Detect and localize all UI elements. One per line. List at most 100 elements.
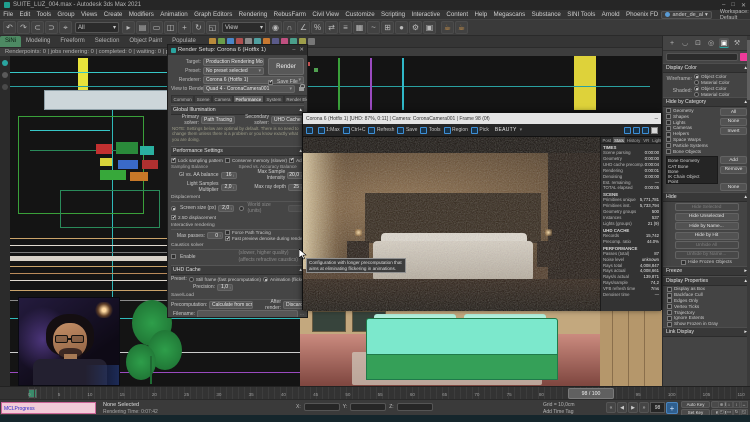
wireframe-object-color-radio[interactable]	[694, 74, 699, 79]
utilities-panel-icon[interactable]: ⚒	[732, 38, 742, 48]
hide-by-hit-button[interactable]: Hide by Hit	[675, 232, 739, 240]
menu-item[interactable]: Phoenix FD	[623, 10, 662, 19]
force-path-tracing-checkbox[interactable]	[225, 230, 230, 235]
menu-item[interactable]: File	[0, 10, 16, 19]
render-button[interactable]: Render	[268, 58, 304, 75]
precomputation-dropdown[interactable]: Calculate from scratch▾	[209, 301, 253, 309]
fast-denoise-checkbox[interactable]	[225, 236, 230, 241]
layer-manager-icon[interactable]: ▦	[353, 21, 366, 34]
reference-coordinate-dropdown[interactable]: View▾	[222, 22, 266, 33]
disp-25d-checkbox[interactable]	[171, 215, 176, 220]
go-to-end-button[interactable]: »	[639, 402, 649, 413]
angle-snap-icon[interactable]: ∠	[297, 21, 310, 34]
listbox-item[interactable]: Point	[668, 179, 716, 184]
y-coordinate-field[interactable]	[350, 403, 386, 411]
timeline-trackbar[interactable]: 0510152025303540455055606570758085909510…	[0, 386, 750, 399]
tab-render-elements[interactable]: Render Elements	[284, 95, 308, 102]
ribbon-tab-modeling[interactable]: Modeling	[21, 36, 55, 47]
after-render-dropdown[interactable]: Discard▾	[283, 301, 304, 309]
redo-icon[interactable]: ↷	[17, 21, 30, 34]
gi-aa-spinner[interactable]: 16↕	[221, 172, 237, 179]
tab-system[interactable]: System	[264, 95, 284, 102]
rotate-icon[interactable]: ↻	[192, 21, 205, 34]
display-color-rollout[interactable]: Display Color▴	[663, 63, 750, 73]
menu-item[interactable]: Create	[101, 10, 126, 19]
material-editor-icon[interactable]: ●	[395, 21, 408, 34]
stop-render-icon[interactable]	[651, 127, 658, 134]
hide-selected-button[interactable]: Hide Selected	[675, 203, 739, 211]
move-icon[interactable]: +	[178, 21, 191, 34]
caustics-enable-checkbox[interactable]	[171, 254, 176, 259]
max-passes-spinner[interactable]: 0↕	[207, 232, 223, 239]
undo-icon[interactable]: ↶	[3, 21, 16, 34]
menu-item[interactable]: Help	[471, 10, 490, 19]
close-button[interactable]: ✕	[741, 2, 746, 9]
render-production-icon[interactable]: ☕	[441, 21, 454, 34]
screen-size-radio[interactable]	[171, 206, 176, 211]
hide-frozen-checkbox[interactable]	[681, 260, 686, 265]
menu-item[interactable]: Graph Editors	[191, 10, 236, 19]
preset-dropdown[interactable]: No preset selected▾	[203, 67, 264, 75]
zoom-icon[interactable]: ⊕	[718, 401, 725, 408]
vfb-tab-post[interactable]: Post	[601, 137, 613, 143]
motion-panel-icon[interactable]: ◎	[706, 38, 716, 48]
layout-icon[interactable]	[2, 84, 8, 90]
freeze-rollout[interactable]: Freeze▸	[663, 266, 750, 276]
invert-button[interactable]: Invert	[720, 127, 747, 135]
ab-compare-icon[interactable]	[624, 127, 631, 134]
histogram-icon[interactable]	[642, 127, 649, 134]
world-size-radio[interactable]	[239, 206, 244, 211]
auto-key-button[interactable]: Auto Key	[681, 401, 710, 408]
lock-view-icon[interactable]	[299, 87, 304, 91]
still-frame-radio[interactable]	[189, 277, 194, 282]
time-slider-handle[interactable]: 98 / 100	[568, 388, 614, 399]
all-button[interactable]: All	[720, 108, 747, 116]
menu-item[interactable]: RebusFarm	[270, 10, 309, 19]
display-panel-icon[interactable]: ▣	[719, 38, 729, 48]
view-to-render-dropdown[interactable]: Quad 4 - CoronaCamera001▾	[203, 85, 295, 93]
menu-item[interactable]: Tools	[33, 10, 54, 19]
render-setup-titlebar[interactable]: Render Setup: Corona 6 (Hotfix 1) – ✕	[168, 45, 307, 55]
curve-editor-icon[interactable]: ~	[367, 21, 380, 34]
search-input[interactable]	[666, 53, 738, 61]
secondary-solver-dropdown[interactable]: UHD Cache▾	[271, 116, 304, 124]
add-button[interactable]: Add	[720, 156, 747, 164]
menu-item[interactable]: Content	[443, 10, 471, 19]
play-button[interactable]: ▶	[628, 402, 638, 413]
menu-item[interactable]: Substance	[528, 10, 564, 19]
z-coordinate-field[interactable]	[397, 403, 433, 411]
vfb-toolbar-button[interactable]	[306, 127, 315, 134]
ribbon-tab-freeform[interactable]: Freeform	[55, 36, 89, 47]
render-element-dropdown[interactable]: BEAUTY	[495, 127, 517, 133]
current-frame-field[interactable]: 98	[650, 402, 665, 413]
conserve-memory-checkbox[interactable]	[225, 158, 230, 163]
mirror-icon[interactable]: ⇄	[325, 21, 338, 34]
ribbon-tab-selection[interactable]: Selection	[90, 36, 125, 47]
display-properties-rollout[interactable]: Display Properties▴	[663, 276, 750, 286]
tab-common[interactable]: Common	[171, 95, 194, 102]
hide-unselected-button[interactable]: Hide Unselected	[675, 213, 739, 221]
vfb-toolbar-button[interactable]: Save	[397, 127, 417, 134]
filename-browse-button[interactable]: ...	[300, 311, 304, 317]
zoom-all-icon[interactable]: ⌂	[726, 401, 733, 408]
selection-filter-dropdown[interactable]: All▾	[75, 22, 119, 33]
menu-item[interactable]: Megascans	[490, 10, 528, 19]
vfb-tab-history[interactable]: History	[625, 137, 641, 143]
dialog-minimize-button[interactable]: –	[292, 47, 295, 53]
vfb-minimize-button[interactable]: –	[655, 116, 658, 122]
render-iterative-icon[interactable]: ☕	[455, 21, 468, 34]
menu-item[interactable]: Animation	[157, 10, 191, 19]
menu-item[interactable]: Customize	[342, 10, 378, 19]
menu-item[interactable]: Interactive	[408, 10, 443, 19]
hierarchy-panel-icon[interactable]: ⊡	[693, 38, 703, 48]
vfb-toolbar-button[interactable]: Pick	[471, 127, 489, 134]
category-listbox[interactable]: Bone GeometryCAT BoneBoneIK Chain Object…	[666, 156, 718, 184]
shaded-object-color-radio[interactable]	[694, 86, 699, 91]
modify-panel-icon[interactable]: ◡	[680, 38, 690, 48]
minimize-button[interactable]: –	[722, 2, 725, 9]
tab-scene[interactable]: Scene	[194, 95, 212, 102]
user-account-button[interactable]: ander_de_al ▾	[661, 11, 711, 19]
tab-camera[interactable]: Camera	[212, 95, 233, 102]
uhd-cache-rollout-header[interactable]: UHD Cache▴	[171, 265, 304, 275]
previous-frame-button[interactable]: ◀	[617, 402, 627, 413]
